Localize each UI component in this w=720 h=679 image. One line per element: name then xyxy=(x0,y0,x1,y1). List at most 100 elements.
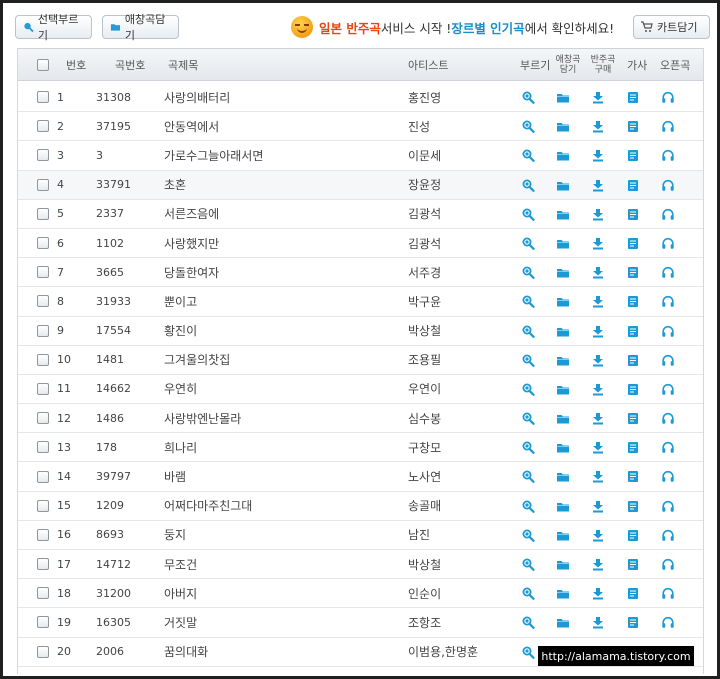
microphone-icon[interactable] xyxy=(521,325,535,338)
row-checkbox[interactable] xyxy=(37,229,49,257)
lyrics-document-icon[interactable] xyxy=(626,412,640,425)
row-song-title[interactable]: 안동역에서 xyxy=(164,112,219,140)
folder-icon[interactable] xyxy=(556,120,570,133)
row-artist[interactable]: 인순이 xyxy=(408,579,441,607)
row-artist[interactable]: 박상철 xyxy=(408,550,441,578)
row-song-title[interactable]: 우연히 xyxy=(164,375,197,403)
headphones-icon[interactable] xyxy=(661,470,675,483)
row-checkbox[interactable] xyxy=(37,492,49,520)
headphones-icon[interactable] xyxy=(661,412,675,425)
folder-icon[interactable] xyxy=(556,325,570,338)
folder-icon[interactable] xyxy=(556,470,570,483)
row-checkbox[interactable] xyxy=(37,404,49,432)
download-icon[interactable] xyxy=(591,558,605,571)
lyrics-document-icon[interactable] xyxy=(626,587,640,600)
row-artist[interactable]: 조항조 xyxy=(408,608,441,636)
lyrics-document-icon[interactable] xyxy=(626,120,640,133)
row-checkbox[interactable] xyxy=(37,608,49,636)
download-icon[interactable] xyxy=(591,470,605,483)
row-artist[interactable]: 이범용,한명훈 xyxy=(408,638,478,666)
row-song-title[interactable]: 바램 xyxy=(164,462,186,490)
row-checkbox[interactable] xyxy=(37,375,49,403)
lyrics-document-icon[interactable] xyxy=(626,383,640,396)
lyrics-document-icon[interactable] xyxy=(626,325,640,338)
microphone-icon[interactable] xyxy=(521,295,535,309)
headphones-icon[interactable] xyxy=(661,558,675,571)
lyrics-document-icon[interactable] xyxy=(626,266,640,279)
lyrics-document-icon[interactable] xyxy=(626,208,640,221)
folder-icon[interactable] xyxy=(556,500,570,513)
row-artist[interactable]: 장윤정 xyxy=(408,171,441,199)
headphones-icon[interactable] xyxy=(661,441,675,454)
download-icon[interactable] xyxy=(591,412,605,425)
row-song-title[interactable]: 당돌한여자 xyxy=(164,258,219,286)
row-artist[interactable]: 박구윤 xyxy=(408,287,441,315)
row-song-title[interactable]: 무조건 xyxy=(164,550,197,578)
lyrics-document-icon[interactable] xyxy=(626,558,640,571)
download-icon[interactable] xyxy=(591,208,605,221)
microphone-icon[interactable] xyxy=(521,266,535,280)
lyrics-document-icon[interactable] xyxy=(626,237,640,250)
headphones-icon[interactable] xyxy=(661,500,675,513)
microphone-icon[interactable] xyxy=(521,383,535,396)
row-artist[interactable]: 우연이 xyxy=(408,375,441,403)
download-icon[interactable] xyxy=(591,529,605,542)
folder-icon[interactable] xyxy=(556,529,570,542)
microphone-icon[interactable] xyxy=(521,91,535,104)
folder-icon[interactable] xyxy=(556,558,570,571)
row-artist[interactable]: 구창모 xyxy=(408,433,441,461)
row-artist[interactable]: 조용필 xyxy=(408,346,441,374)
headphones-icon[interactable] xyxy=(661,354,675,367)
folder-icon[interactable] xyxy=(556,91,570,104)
lyrics-document-icon[interactable] xyxy=(626,91,640,104)
row-checkbox[interactable] xyxy=(37,171,49,199)
row-song-title[interactable]: 그겨울의찻집 xyxy=(164,346,230,374)
row-checkbox[interactable] xyxy=(37,83,49,111)
headphones-icon[interactable] xyxy=(661,266,675,279)
microphone-icon[interactable] xyxy=(521,500,535,513)
microphone-icon[interactable] xyxy=(521,587,535,601)
folder-icon[interactable] xyxy=(556,412,570,425)
microphone-icon[interactable] xyxy=(521,646,535,659)
microphone-icon[interactable] xyxy=(521,237,535,250)
row-song-title[interactable]: 가로수그늘아래서면 xyxy=(164,141,263,169)
folder-icon[interactable] xyxy=(556,179,570,192)
row-artist[interactable]: 남진 xyxy=(408,521,430,549)
row-song-title[interactable]: 둥지 xyxy=(164,521,186,549)
row-artist[interactable]: 심수봉 xyxy=(408,404,441,432)
microphone-icon[interactable] xyxy=(521,470,535,484)
row-checkbox[interactable] xyxy=(37,579,49,607)
row-artist[interactable]: 서주경 xyxy=(408,258,441,286)
row-song-title[interactable]: 뿐이고 xyxy=(164,287,197,315)
headphones-icon[interactable] xyxy=(661,237,675,250)
folder-icon[interactable] xyxy=(556,616,570,629)
microphone-icon[interactable] xyxy=(521,529,535,542)
headphones-icon[interactable] xyxy=(661,325,675,338)
row-checkbox[interactable] xyxy=(37,200,49,228)
add-cart-button[interactable]: 카트담기 xyxy=(633,15,710,39)
download-icon[interactable] xyxy=(591,441,605,454)
row-song-title[interactable]: 사랑했지만 xyxy=(164,229,219,257)
microphone-icon[interactable] xyxy=(521,179,535,192)
headphones-icon[interactable] xyxy=(661,91,675,104)
row-checkbox[interactable] xyxy=(37,346,49,374)
folder-icon[interactable] xyxy=(556,383,570,396)
download-icon[interactable] xyxy=(591,266,605,279)
microphone-icon[interactable] xyxy=(521,412,535,425)
download-icon[interactable] xyxy=(591,179,605,192)
folder-icon[interactable] xyxy=(556,266,570,279)
microphone-icon[interactable] xyxy=(521,149,535,163)
download-icon[interactable] xyxy=(591,383,605,396)
row-song-title[interactable]: 거짓말 xyxy=(164,608,197,636)
lyrics-document-icon[interactable] xyxy=(626,441,640,454)
microphone-icon[interactable] xyxy=(521,120,535,134)
headphones-icon[interactable] xyxy=(661,587,675,600)
row-song-title[interactable]: 황진이 xyxy=(164,317,197,345)
row-checkbox[interactable] xyxy=(37,317,49,345)
download-icon[interactable] xyxy=(591,237,605,250)
row-artist[interactable]: 진성 xyxy=(408,112,430,140)
row-song-title[interactable]: 사랑밖엔난몰라 xyxy=(164,404,241,432)
lyrics-document-icon[interactable] xyxy=(626,295,640,308)
folder-icon[interactable] xyxy=(556,237,570,250)
row-artist[interactable]: 김광석 xyxy=(408,200,441,228)
